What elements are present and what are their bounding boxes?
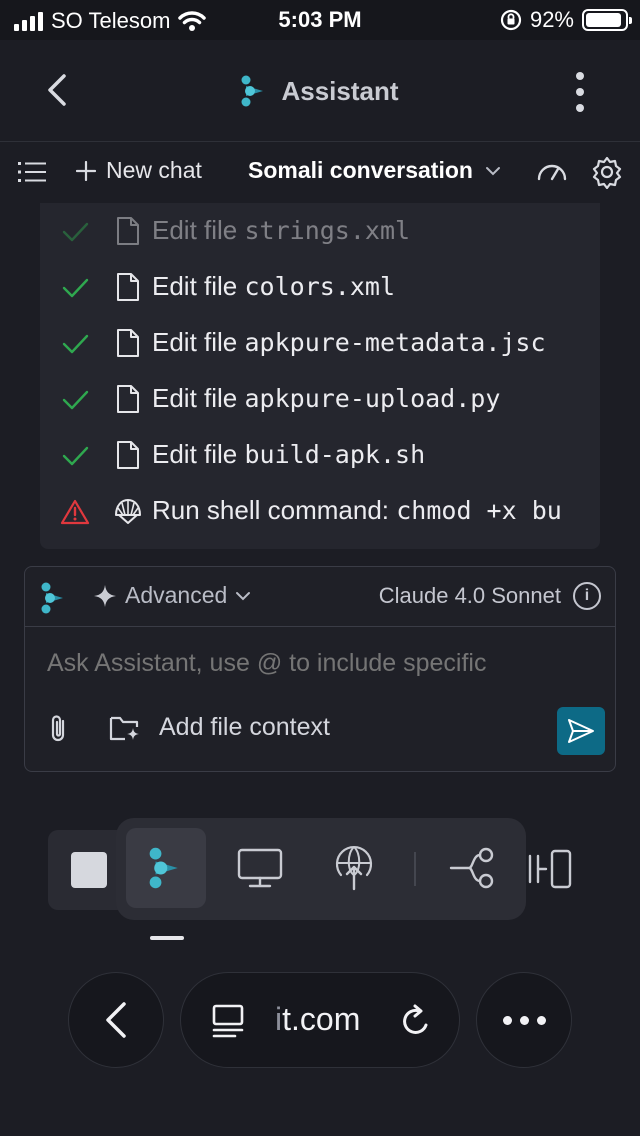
step-item: Run shell command: chmod +x bu [40,483,600,539]
reader-icon[interactable] [211,1003,245,1039]
assistant-logo-icon [149,847,178,889]
chat-composer: Advanced Claude 4.0 Sonnet i Add file co… [24,566,616,772]
check-icon [62,390,89,410]
step-target: chmod +x bu [396,496,562,525]
step-target: colors.xml [244,272,396,301]
dock-panel [116,818,526,920]
dock-assistant[interactable] [126,828,206,908]
conversation-title: Somali conversation [248,157,473,183]
stop-icon [71,852,107,888]
chat-toolbar: New chat Somali conversation [0,143,640,203]
file-icon [117,385,139,413]
chevron-left-icon [106,1002,126,1038]
battery-icon [582,9,632,31]
file-icon [117,441,139,469]
dock-git[interactable] [432,828,512,908]
check-icon [62,446,89,466]
step-item: Edit file strings.xml [40,203,600,259]
url-domain: t.com [282,1001,361,1037]
dock-deploy[interactable] [314,828,394,908]
address-bar[interactable]: it.com [180,972,460,1068]
monitor-icon [237,848,283,888]
paperclip-icon[interactable] [45,713,73,745]
check-icon [62,222,89,242]
tool-dock [48,818,608,928]
gauge-icon[interactable] [536,157,568,183]
step-label: Run shell command: [152,495,389,525]
app-title: Assistant [281,75,399,106]
mode-selector[interactable]: Advanced [93,582,251,609]
app-bar: Assistant [0,40,640,142]
model-label: Claude 4.0 Sonnet [378,583,561,608]
rotation-lock-icon [500,9,522,31]
mode-label: Advanced [125,582,228,608]
step-label: Edit file [152,383,238,413]
chat-input[interactable] [47,647,567,679]
send-button[interactable] [557,707,605,755]
file-icon [117,273,139,301]
send-icon [568,719,594,743]
check-icon [62,334,89,354]
browser-controls: it.com [0,972,640,1068]
status-bar: SO Telesom 5:03 PM 92% [0,0,640,40]
battery-fill [586,13,621,27]
step-label: Edit file [152,271,238,301]
gear-icon[interactable] [590,155,624,189]
step-label: Edit file [152,439,238,469]
conversation-selector[interactable]: Somali conversation [248,157,501,184]
step-target: apkpure-upload.py [244,384,501,413]
step-item: Edit file apkpure-metadata.jsc [40,315,600,371]
chevron-down-icon [485,166,500,175]
git-branch-icon [449,847,494,889]
file-icon [117,329,139,357]
sparkle-icon [94,584,116,607]
dock-separator [414,852,416,886]
folder-sparkle-icon [109,716,139,740]
new-chat-button[interactable]: New chat [76,157,202,184]
assistant-logo-icon [241,75,264,107]
browser-more-button[interactable] [476,972,572,1068]
split-view-icon[interactable] [526,848,574,890]
step-target: build-apk.sh [244,440,426,469]
add-file-context-label: Add file context [159,713,330,741]
model-selector[interactable]: Claude 4.0 Sonnet i [379,582,601,610]
new-chat-label: New chat [106,157,202,183]
assistant-logo-icon [41,582,63,614]
list-icon[interactable] [18,161,46,183]
dock-preview[interactable] [220,828,300,908]
step-label: Edit file [152,327,238,357]
steps-panel: Edit file strings.xml Edit file colors.x… [40,203,600,549]
step-target: apkpure-metadata.jsc [244,328,546,357]
kebab-menu-icon[interactable] [570,72,590,112]
url-text: it.com [275,1001,360,1038]
step-target: strings.xml [244,216,411,245]
deploy-globe-icon [335,846,373,891]
reload-icon[interactable] [399,1003,433,1039]
add-file-context-button[interactable]: Add file context [109,713,330,742]
tab-indicator [150,936,184,940]
plus-icon [76,160,96,181]
step-item: Edit file apkpure-upload.py [40,371,600,427]
shell-icon [115,499,141,524]
info-icon[interactable]: i [573,582,601,610]
status-right: 92% [500,7,632,33]
composer-header: Advanced Claude 4.0 Sonnet i [25,567,615,627]
step-label: Edit file [152,215,238,245]
check-icon [62,278,89,298]
warning-icon [60,499,90,525]
battery-percent: 92% [529,7,574,32]
chevron-down-icon [236,591,251,600]
step-item: Edit file build-apk.sh [40,427,600,483]
browser-back-button[interactable] [68,972,164,1068]
step-item: Edit file colors.xml [40,259,600,315]
file-icon [117,217,139,245]
app-title-wrap: Assistant [0,74,640,108]
